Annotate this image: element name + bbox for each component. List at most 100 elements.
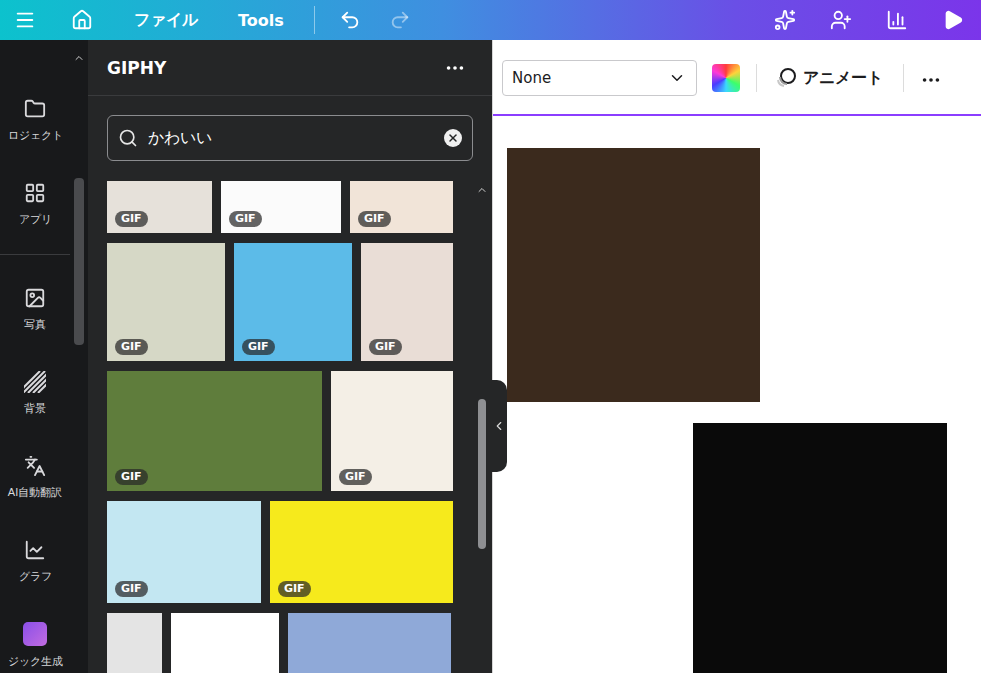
sparkles-icon	[774, 9, 796, 31]
sidebar-item[interactable]: ジック生成	[0, 603, 70, 673]
sidebar-item[interactable]: グラフ	[0, 519, 70, 603]
results: GIFGIFGIFGIFGIFGIFGIFGIFGIFGIF	[88, 181, 492, 673]
panel-title: GIPHY	[107, 58, 166, 78]
more-button[interactable]	[444, 57, 466, 79]
divider	[903, 64, 904, 92]
more-icon	[920, 69, 942, 91]
arrow-up-icon	[73, 52, 85, 64]
sidebar-item[interactable]: ロジェクト	[0, 78, 70, 162]
play-icon	[942, 9, 964, 31]
sidebar-label: ロジェクト	[8, 128, 63, 143]
translate-icon	[24, 455, 46, 477]
sidebar-scrollbar[interactable]	[70, 40, 88, 673]
scroll-up[interactable]	[73, 52, 85, 64]
sidebar-item[interactable]: 背景	[0, 351, 70, 435]
gif-row: GIF GIF GIF	[107, 181, 453, 233]
menu-item[interactable]: ファイル	[114, 0, 218, 40]
gif-tile[interactable]: GIF	[361, 243, 453, 361]
hamburger-icon	[14, 9, 36, 31]
gif-tile[interactable]: GIF	[270, 501, 453, 603]
gif-badge: GIF	[242, 339, 275, 355]
gif-tile[interactable]: GIF	[331, 371, 453, 491]
redo-button[interactable]	[375, 0, 425, 40]
canvas-gif[interactable]	[507, 148, 760, 402]
gif-badge: GIF	[358, 211, 391, 227]
gif-badge: GIF	[369, 339, 402, 355]
scroll-up[interactable]	[476, 184, 488, 196]
folder-icon	[24, 98, 46, 120]
gif-badge: GIF	[229, 211, 262, 227]
magic-button[interactable]	[757, 0, 813, 40]
chevron-down-icon	[668, 69, 686, 87]
animate-icon	[775, 67, 797, 89]
gif-badge: GIF	[115, 211, 148, 227]
home-button[interactable]	[50, 0, 114, 40]
sidebar-label: ジック生成	[8, 654, 63, 669]
scroll-thumb[interactable]	[478, 399, 486, 549]
sidebar-item[interactable]: アプリ	[0, 162, 70, 246]
gif-tile[interactable]: GIF	[107, 501, 261, 603]
menu-item[interactable]: Tools	[218, 0, 304, 40]
gif-grid: GIFGIFGIFGIFGIFGIFGIFGIFGIFGIF	[88, 181, 453, 673]
sidebar-label: 背景	[24, 401, 46, 416]
animate-button[interactable]: アニメート	[771, 60, 887, 96]
present-button[interactable]	[925, 0, 981, 40]
gif-tile[interactable]: GIF	[221, 181, 341, 233]
gif-row	[107, 613, 453, 673]
scroll-thumb[interactable]	[74, 178, 84, 345]
font-dropdown[interactable]: None	[502, 60, 697, 96]
clear-button[interactable]	[444, 129, 462, 147]
gif-tile[interactable]: GIF	[107, 371, 322, 491]
gif-tile[interactable]: GIF	[350, 181, 453, 233]
panel-header: GIPHY	[88, 40, 492, 96]
user-plus-icon	[830, 9, 852, 31]
gif-tile[interactable]: GIF	[107, 243, 225, 361]
sidebar-label: 写真	[24, 317, 46, 332]
canvas	[493, 117, 981, 673]
divider	[756, 64, 757, 92]
sidebar-divider	[0, 254, 70, 255]
gif-tile[interactable]: GIF	[107, 181, 212, 233]
gif-badge: GIF	[339, 469, 372, 485]
gif-tile[interactable]	[107, 613, 162, 673]
workspace: None アニメート	[492, 40, 981, 673]
chart-icon	[24, 539, 46, 561]
share-user-button[interactable]	[813, 0, 869, 40]
undo-icon	[339, 9, 361, 31]
menu-button[interactable]	[0, 0, 50, 40]
divider	[314, 6, 315, 34]
sidebar-label: アプリ	[19, 212, 52, 227]
undo-button[interactable]	[325, 0, 375, 40]
photo-icon	[24, 287, 46, 309]
redo-icon	[389, 9, 411, 31]
gif-tile[interactable]	[288, 613, 451, 673]
gif-row: GIFGIF	[107, 501, 453, 603]
top-actions	[757, 0, 981, 40]
gif-row: GIF GIF GIF	[107, 243, 453, 361]
search-area	[88, 96, 492, 181]
gif-badge: GIF	[115, 469, 148, 485]
sidebar-label: グラフ	[19, 569, 52, 584]
more-icon	[444, 57, 466, 79]
color-swatch[interactable]	[712, 64, 740, 92]
results-scrollbar[interactable]	[474, 181, 490, 673]
apps-icon	[24, 182, 46, 204]
search-input[interactable]	[146, 128, 436, 149]
chevron-left-icon	[492, 419, 506, 433]
gif-row: GIF GIF	[107, 371, 453, 491]
insights-button[interactable]	[869, 0, 925, 40]
top-bar: ファイルTools	[0, 0, 981, 40]
arrow-up-icon	[476, 184, 488, 196]
more-button[interactable]	[920, 69, 942, 91]
collapse-handle[interactable]	[491, 380, 507, 472]
sidebar-item[interactable]: AI自動翻訳	[0, 435, 70, 519]
main: ロジェクトアプリ写真背景AI自動翻訳グラフジック生成GIPHYGIFGIFGIF…	[0, 40, 981, 673]
sidebar-item[interactable]: 写真	[0, 267, 70, 351]
gif-tile[interactable]: GIF	[234, 243, 352, 361]
search-box	[107, 115, 473, 161]
giphy-panel: GIPHYGIFGIFGIFGIFGIFGIFGIFGIFGIFGIF	[88, 40, 492, 673]
background-icon	[24, 371, 46, 393]
bar-chart-icon	[886, 9, 908, 31]
canvas-gif[interactable]	[693, 423, 947, 673]
gif-tile[interactable]	[171, 613, 279, 673]
